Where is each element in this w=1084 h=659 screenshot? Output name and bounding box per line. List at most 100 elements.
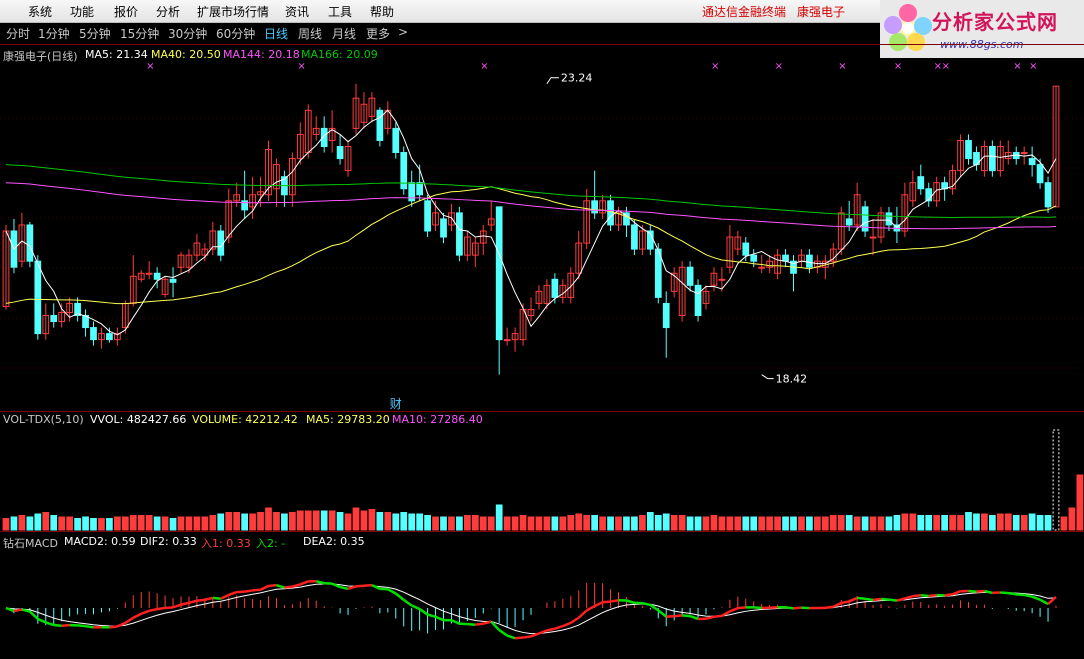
dif-line-segment — [244, 589, 253, 593]
volume-bar — [1028, 513, 1036, 531]
dif-line-segment — [506, 634, 516, 640]
volume-bar — [225, 512, 233, 531]
dif-line-segment — [976, 589, 985, 593]
cross-marker: × — [775, 61, 783, 72]
volume-bar — [702, 516, 710, 531]
dif-line-segment — [204, 596, 214, 602]
volume-bar — [42, 512, 50, 531]
volume-bar — [368, 509, 376, 531]
dif-line-segment — [156, 606, 166, 611]
volume-bar — [559, 516, 567, 531]
dif-line-segment — [482, 620, 492, 625]
volume-bar — [487, 516, 495, 531]
volume-bar — [806, 516, 813, 531]
dif-line-segment — [37, 617, 47, 624]
dif-line-segment — [514, 636, 524, 640]
volume-bar — [328, 510, 336, 531]
candle-body — [503, 339, 511, 342]
candle-body — [742, 242, 750, 256]
dif-line-segment — [729, 606, 739, 613]
dif-line-segment — [857, 596, 866, 600]
volume-bar — [861, 516, 869, 531]
volume-bar — [774, 516, 781, 531]
dif-line-segment — [77, 624, 86, 628]
dif-line-segment — [411, 604, 421, 611]
volume-bar — [527, 516, 535, 531]
volume-bar — [654, 515, 662, 531]
event-marker: 财 — [390, 397, 402, 411]
stock-chart[interactable]: 23.2418.42×××××××××××××财增 — [0, 0, 1084, 659]
dif-line-segment — [427, 613, 436, 618]
volume-bar — [416, 513, 424, 531]
candle-body — [750, 254, 758, 262]
dif-line-segment — [394, 592, 405, 601]
volume-bar — [177, 516, 185, 531]
volume-bar — [169, 518, 177, 531]
candle-body — [718, 278, 726, 281]
dif-line-segment — [459, 622, 468, 626]
volume-bar — [535, 516, 543, 531]
ma166-line — [5, 164, 1057, 218]
dif-line-segment — [140, 609, 150, 615]
volume-bar — [408, 513, 416, 531]
volume-bar — [877, 516, 885, 531]
dif-line-segment — [228, 590, 238, 597]
cross-marker: × — [1013, 61, 1021, 72]
volume-bar — [233, 512, 241, 531]
dif-line-segment — [657, 609, 668, 618]
dif-line-segment — [904, 594, 914, 600]
volume-bar — [607, 516, 614, 531]
dif-line-segment — [403, 598, 413, 607]
candle-body — [376, 109, 384, 141]
dif-line-segment — [562, 621, 572, 628]
dif-line-segment — [363, 583, 372, 587]
volume-bar — [336, 512, 344, 531]
dif-line-segment — [570, 616, 580, 624]
candle-body — [1044, 182, 1052, 208]
volume-bar — [631, 516, 638, 531]
volume-bar — [670, 515, 678, 531]
volume-bar — [837, 515, 845, 531]
dif-line-segment — [1023, 593, 1033, 598]
volume-bar — [599, 516, 606, 531]
candle-body — [217, 230, 225, 256]
dif-line-segment — [260, 584, 270, 591]
dif-line-segment — [1039, 598, 1049, 606]
volume-bar — [74, 518, 81, 531]
volume-bar — [1020, 515, 1028, 531]
volume-bar — [1004, 513, 1012, 531]
candle-body — [806, 254, 813, 268]
volume-bar — [981, 513, 988, 531]
candle-body — [424, 200, 431, 232]
candle-body — [591, 200, 598, 214]
candle-body — [686, 266, 694, 286]
volume-bar — [917, 515, 925, 531]
candle-body — [50, 315, 58, 323]
volume-bar — [734, 516, 742, 531]
volume-bar — [249, 513, 256, 531]
dif-line-segment — [928, 593, 937, 598]
dif-line-segment — [284, 585, 293, 589]
volume-bar — [662, 513, 670, 531]
dif-line-segment — [825, 605, 834, 610]
volume-bar — [257, 512, 264, 531]
dif-line-segment — [435, 615, 444, 622]
volume-bar — [821, 516, 829, 531]
volume-bar — [925, 515, 933, 531]
candle-body — [965, 139, 972, 160]
dif-line-segment — [450, 619, 460, 625]
cross-marker: × — [838, 61, 846, 72]
dif-line-segment — [475, 622, 484, 626]
dif-line-segment — [1016, 593, 1025, 597]
dif-line-segment — [1031, 595, 1041, 601]
volume-bar — [1060, 516, 1068, 531]
cross-marker: × — [480, 61, 488, 72]
dif-line-segment — [196, 598, 206, 602]
dif-line-segment — [594, 601, 604, 608]
candle-body — [456, 212, 463, 256]
dif-line-segment — [888, 598, 898, 602]
candle-body — [495, 206, 503, 341]
volume-bar — [432, 516, 439, 531]
cross-marker: × — [894, 61, 902, 72]
dif-line-segment — [109, 625, 118, 629]
